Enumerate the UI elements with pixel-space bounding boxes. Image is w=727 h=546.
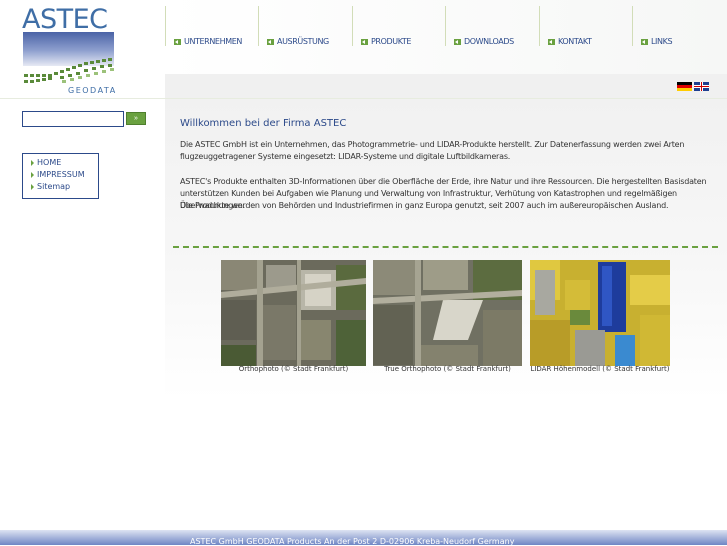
search-button[interactable]: » <box>126 112 146 125</box>
logo[interactable]: ASTEC GEODATA <box>0 0 165 98</box>
sidebar-item-label: IMPRESSUM <box>37 170 85 179</box>
triangle-right-icon <box>31 183 34 190</box>
nav-label: PRODUKTE <box>371 37 412 46</box>
logo-grid-graphic <box>24 58 114 83</box>
nav-label: KONTAKT <box>558 37 592 46</box>
sidebar-item-label: HOME <box>37 158 62 167</box>
header-strip <box>165 74 727 98</box>
nav-link-downloads[interactable]: DOWNLOADS <box>454 37 514 46</box>
orthophoto-image[interactable] <box>221 260 366 366</box>
arrow-icon <box>641 38 648 45</box>
lidar-height-model-image[interactable] <box>530 260 670 366</box>
sidebar-item-sitemap[interactable]: Sitemap <box>31 182 70 191</box>
intro-text-line: flugzeuggetragener Systeme eingesetzt: L… <box>180 152 511 161</box>
nav-link-links[interactable]: LINKS <box>641 37 673 46</box>
nav-item-ausruestung[interactable]: AUSRÜSTUNG <box>258 6 329 46</box>
nav-link-ausruestung[interactable]: AUSRÜSTUNG <box>267 37 329 46</box>
sidebar-item-label: Sitemap <box>37 182 71 191</box>
arrow-icon <box>174 38 181 45</box>
products-text-line: ASTEC's Produkte enthalten 3D-Informatio… <box>180 177 707 186</box>
nav-link-unternehmen[interactable]: UNTERNEHMEN <box>174 37 242 46</box>
sidebar-item-impressum[interactable]: IMPRESSUM <box>31 170 85 179</box>
nav-item-links[interactable]: LINKS <box>632 6 673 46</box>
main-navigation: UNTERNEHMEN AUSRÜSTUNG PRODUKTE DOWNLOAD… <box>165 0 727 74</box>
page-title: Willkommen bei der Firma ASTEC <box>180 118 347 129</box>
nav-item-downloads[interactable]: DOWNLOADS <box>445 6 514 46</box>
nav-label: UNTERNEHMEN <box>184 37 242 46</box>
nav-item-produkte[interactable]: PRODUKTE <box>352 6 411 46</box>
true-orthophoto-image[interactable] <box>373 260 522 366</box>
nav-label: LINKS <box>651 37 673 46</box>
german-flag-icon[interactable] <box>677 82 692 91</box>
triangle-right-icon <box>31 171 34 178</box>
arrow-icon <box>361 38 368 45</box>
nav-link-produkte[interactable]: PRODUKTE <box>361 37 411 46</box>
image-caption: Orthophoto (© Stadt Frankfurt) <box>238 365 349 373</box>
nav-item-kontakt[interactable]: KONTAKT <box>539 6 592 46</box>
dashed-divider <box>173 246 718 248</box>
nav-item-unternehmen[interactable]: UNTERNEHMEN <box>165 6 242 46</box>
nav-label: AUSRÜSTUNG <box>277 37 329 46</box>
nav-link-kontakt[interactable]: KONTAKT <box>548 37 592 46</box>
nav-label: DOWNLOADS <box>464 37 514 46</box>
arrow-icon <box>454 38 461 45</box>
sidebar-menu: HOME IMPRESSUM Sitemap <box>22 153 99 199</box>
english-flag-icon[interactable] <box>694 82 709 91</box>
search-input[interactable] <box>22 111 124 127</box>
logo-subtitle: GEODATA <box>68 86 117 95</box>
arrow-icon <box>548 38 555 45</box>
logo-title: ASTEC <box>22 4 108 35</box>
image-caption: LIDAR Höhenmodell (© Stadt Frankfurt) <box>530 365 670 373</box>
language-switcher <box>677 82 709 91</box>
triangle-right-icon <box>31 159 34 166</box>
intro-text-line: Die ASTEC GmbH ist ein Unternehmen, das … <box>180 140 685 149</box>
image-caption: True Orthophoto (© Stadt Frankfurt) <box>384 365 511 373</box>
sidebar-item-home[interactable]: HOME <box>31 158 61 167</box>
products-text-line: Die Produkte werden von Behörden und Ind… <box>180 201 669 210</box>
arrow-icon <box>267 38 274 45</box>
